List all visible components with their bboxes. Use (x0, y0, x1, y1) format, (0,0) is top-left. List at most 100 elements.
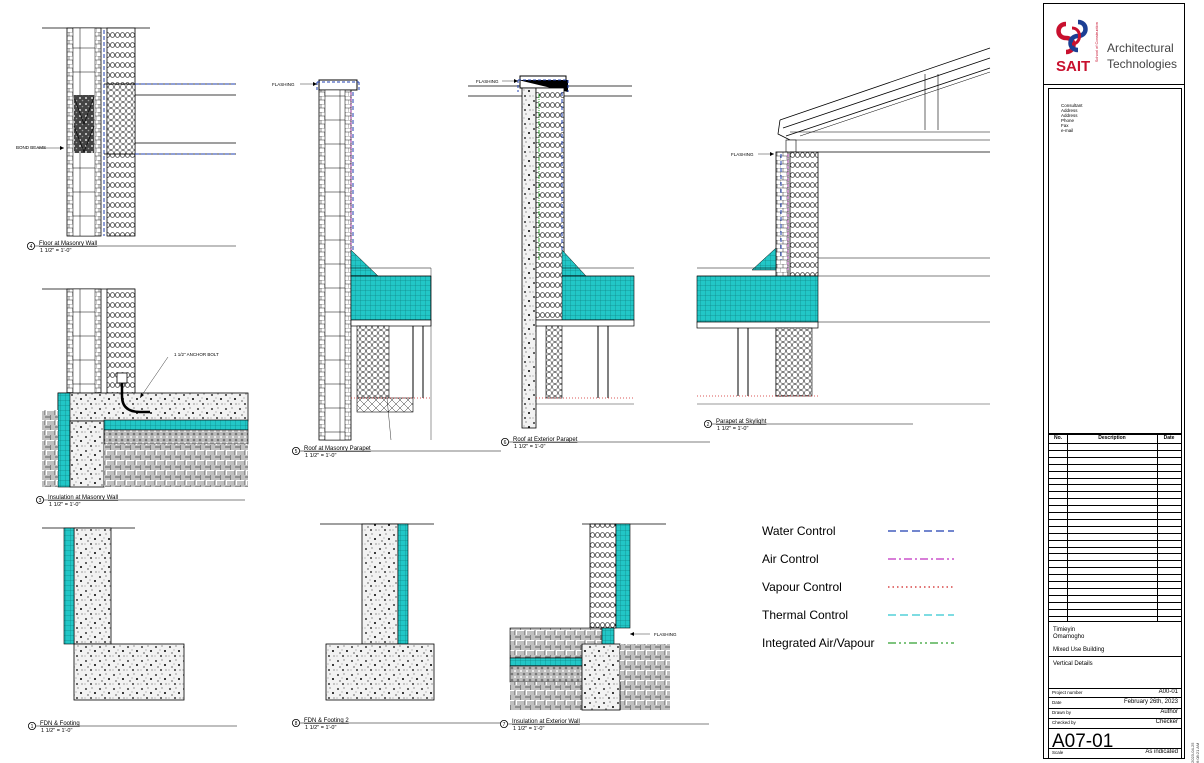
revision-row (1049, 512, 1181, 513)
revision-row (1049, 491, 1181, 493)
control-layer-legend: Water Control Air Control Vapour Control Th… (762, 522, 962, 662)
detail-number: 2 (707, 422, 710, 428)
date-label: Date (1052, 700, 1062, 705)
revision-row (1049, 594, 1181, 596)
detail-callout: 8 FDN & Footing 21 1/2" = 1'-0" (291, 718, 501, 731)
checked-by: Checker (1155, 719, 1178, 725)
revision-row (1049, 525, 1181, 527)
flashing-label-5: FLASHING (272, 82, 295, 87)
program-line-1: Architectural (1107, 41, 1174, 55)
consultant-box: Consultant Address Address Phone Fax e-m… (1048, 88, 1182, 434)
school-subtitle: School of Construction (1094, 22, 1099, 63)
detail-scale: 1 1/2" = 1'-0" (49, 502, 80, 508)
detail-callout: 7 Insulation at Exterior Wall1 1/2" = 1'-… (499, 719, 709, 732)
school-name: SAIT (1056, 58, 1091, 75)
revision-row (1049, 484, 1181, 486)
detail-7-insulation-at-exterior-wall: FLASHING (509, 523, 677, 711)
legend-label: Vapour Control (762, 580, 842, 594)
detail-scale: 1 1/2" = 1'-0" (305, 725, 336, 731)
sait-logo-icon (1056, 19, 1088, 55)
sheet-info: Timieyin Omamogho Mixed Use Building Ver… (1048, 621, 1182, 759)
legend-row: Vapour Control (762, 578, 962, 606)
sheet-scale: As indicated (1145, 749, 1178, 755)
detail-title: Parapet at Skylight (716, 419, 767, 425)
detail-scale: 1 1/2" = 1'-0" (513, 726, 544, 732)
anchor-bolt-label: 1 1/2" ANCHOR BOLT (174, 352, 219, 357)
legend-line-swatch (888, 558, 954, 560)
detail-callout: 2 Parapet at Skylight1 1/2" = 1'-0" (704, 419, 913, 432)
detail-number: 1 (31, 724, 34, 730)
detail-scale: 1 1/2" = 1'-0" (514, 444, 545, 450)
detail-number: 4 (30, 244, 33, 250)
legend-row: Integrated Air/Vapour (762, 634, 962, 662)
legend-line-swatch (888, 642, 954, 644)
rev-header-description: Description (1098, 435, 1126, 441)
detail-title: Roof at Masonry Parapet (304, 446, 371, 452)
student-name-line-1: Timieyin (1053, 627, 1076, 633)
detail-scale: 1 1/2" = 1'-0" (305, 453, 336, 459)
legend-line-swatch (888, 530, 954, 532)
student-name-line-2: Omamogho (1053, 634, 1085, 640)
legend-line-swatch (888, 614, 954, 616)
detail-number: 6 (504, 440, 507, 446)
project-number: A00-01 (1158, 689, 1178, 695)
revision-row (1049, 443, 1181, 444)
detail-title: Floor at Masonry Wall (39, 241, 97, 247)
detail-title: FDN & Footing (40, 721, 80, 727)
scale-label: Scale (1052, 750, 1064, 755)
detail-number: 8 (295, 721, 298, 727)
revision-row (1049, 615, 1181, 617)
detail-number: 5 (295, 449, 298, 455)
checked-by-label: Checked by (1052, 720, 1076, 725)
revision-row (1049, 587, 1181, 589)
revision-row (1049, 553, 1181, 555)
detail-title: FDN & Footing 2 (304, 718, 349, 724)
detail-title: Insulation at Exterior Wall (512, 719, 580, 725)
school-logo-area: SAIT School of Construction Architectura… (1044, 4, 1184, 85)
revision-row (1049, 463, 1181, 465)
bond-beams-label: BOND BEAMS (16, 145, 46, 150)
detail-6-roof-at-exterior-parapet: FLASHING (468, 75, 635, 429)
revision-table: No. Description Date (1048, 434, 1182, 622)
rev-header-no: No. (1053, 435, 1063, 441)
plot-timestamp: 2023-04-25 6:08:21 AM (1190, 742, 1200, 763)
detail-scale: 1 1/2" = 1'-0" (40, 248, 71, 254)
detail-5-roof-at-masonry-parapet: FLASHING (272, 79, 432, 441)
detail-callout: 4 Floor at Masonry Wall1 1/2" = 1'-0" (26, 241, 236, 254)
revision-row (1049, 546, 1181, 548)
detail-scale: 1 1/2" = 1'-0" (41, 728, 72, 734)
revision-row (1049, 560, 1181, 562)
revision-column-divider (1157, 435, 1158, 621)
revision-row (1049, 470, 1181, 472)
legend-label: Integrated Air/Vapour (762, 636, 875, 650)
program-line-2: Technologies (1107, 57, 1178, 71)
rev-header-date: Date (1163, 435, 1175, 441)
flashing-label-7: FLASHING (654, 632, 677, 637)
revision-row (1049, 539, 1181, 541)
sheet-date: February 26th, 2023 (1123, 699, 1178, 705)
detail-title: Insulation at Masonry Wall (48, 495, 118, 501)
detail-callout: 6 Roof at Exterior Parapet1 1/2" = 1'-0" (500, 437, 710, 450)
revision-row (1049, 449, 1181, 451)
revision-row (1049, 581, 1181, 582)
detail-4-floor-at-masonry-wall: BOND BEAMS (16, 27, 236, 237)
detail-title: Roof at Exterior Parapet (513, 437, 578, 443)
legend-label: Water Control (762, 524, 836, 538)
detail-callout: 3 Insulation at Masonry Wall1 1/2" = 1'-0… (36, 495, 245, 508)
revision-row (1049, 567, 1181, 569)
revision-row (1049, 518, 1181, 520)
detail-scale: 1 1/2" = 1'-0" (717, 426, 748, 432)
consultant-line: e-mail (1061, 128, 1074, 133)
drawing-sheet: BOND BEAMS 1 1/2" ANCHOR BOLT FLASHING F… (16, 27, 991, 734)
detail-1-fdn-footing (42, 527, 185, 701)
detail-number: 3 (39, 498, 42, 504)
detail-callout: 1 FDN & Footing1 1/2" = 1'-0" (27, 721, 237, 734)
flashing-label-2: FLASHING (731, 152, 754, 157)
revision-column-divider (1067, 435, 1068, 621)
legend-row: Thermal Control (762, 606, 962, 634)
project-number-label: Project number (1052, 690, 1083, 695)
flashing-label-6: FLASHING (476, 79, 499, 84)
detail-number: 7 (503, 722, 506, 728)
revision-row (1049, 601, 1181, 603)
legend-line-swatch (888, 586, 954, 588)
